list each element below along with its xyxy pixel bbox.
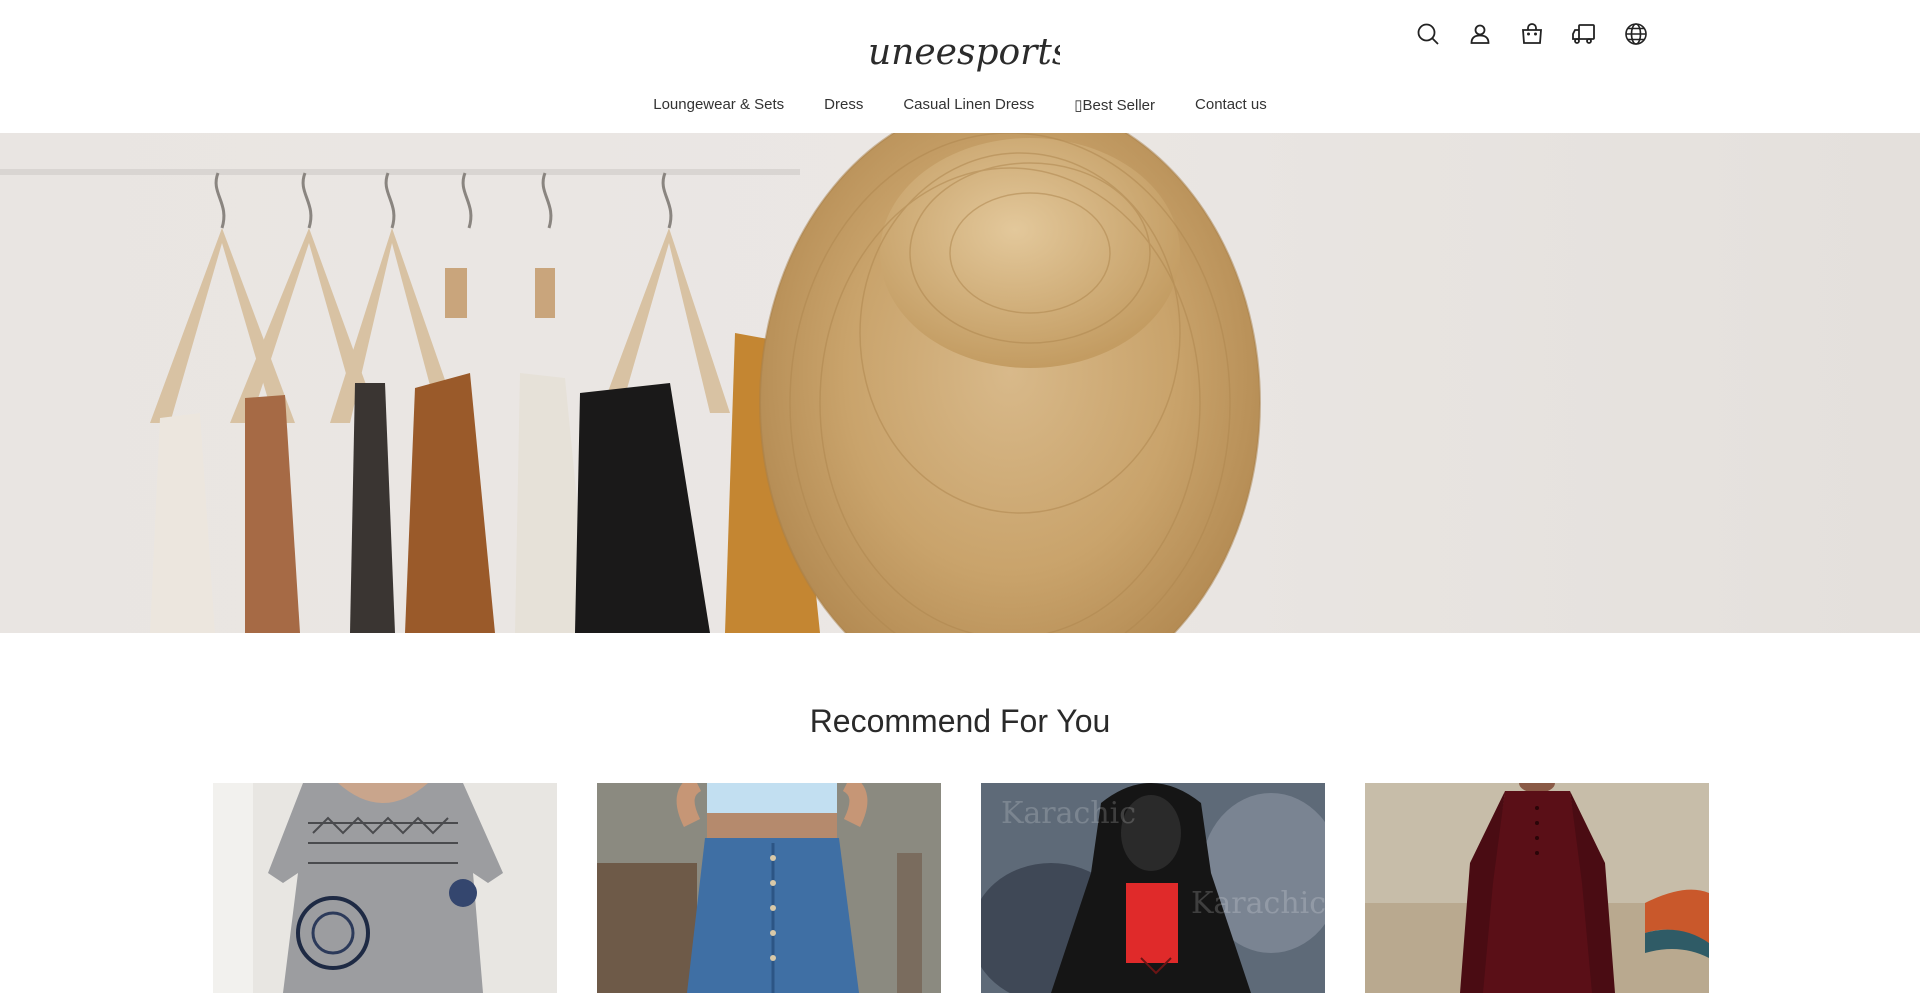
- brand-logo[interactable]: uneesports: [860, 22, 1070, 82]
- language-icon[interactable]: [1622, 20, 1650, 48]
- header-icons: [1414, 20, 1650, 48]
- product-image: Karachic Karachic: [981, 783, 1325, 993]
- product-card[interactable]: Karachic Karachic: [981, 783, 1325, 993]
- search-icon[interactable]: [1414, 20, 1442, 48]
- product-image: [1365, 783, 1709, 993]
- product-grid: Karachic Karachic: [213, 783, 1709, 993]
- hero-image: [0, 133, 1261, 633]
- section-title: Recommend For You: [809, 703, 1111, 739]
- order-tracking-icon[interactable]: [1570, 20, 1598, 48]
- product-image: [597, 783, 941, 993]
- nav-item-best-seller[interactable]: ▯Best Seller: [1074, 96, 1155, 114]
- svg-text:uneesports: uneesports: [868, 32, 1060, 73]
- product-card[interactable]: [1365, 783, 1709, 993]
- svg-text:Karachic: Karachic: [1001, 796, 1136, 831]
- product-card[interactable]: [213, 783, 557, 993]
- site-header: uneesports Loungewear & Sets Dress Casua…: [0, 0, 1920, 133]
- nav-item-dress[interactable]: Dress: [824, 96, 863, 114]
- main-nav: Loungewear & Sets Dress Casual Linen Dre…: [0, 96, 1920, 114]
- cart-icon[interactable]: [1518, 20, 1546, 48]
- nav-item-loungewear-sets[interactable]: Loungewear & Sets: [653, 96, 784, 114]
- nav-item-contact-us[interactable]: Contact us: [1195, 96, 1267, 114]
- product-card[interactable]: [597, 783, 941, 993]
- product-image: [213, 783, 557, 993]
- nav-item-casual-linen-dress[interactable]: Casual Linen Dress: [903, 96, 1034, 114]
- account-icon[interactable]: [1466, 20, 1494, 48]
- hero-banner[interactable]: [0, 133, 1920, 633]
- svg-text:Karachic: Karachic: [1191, 886, 1325, 921]
